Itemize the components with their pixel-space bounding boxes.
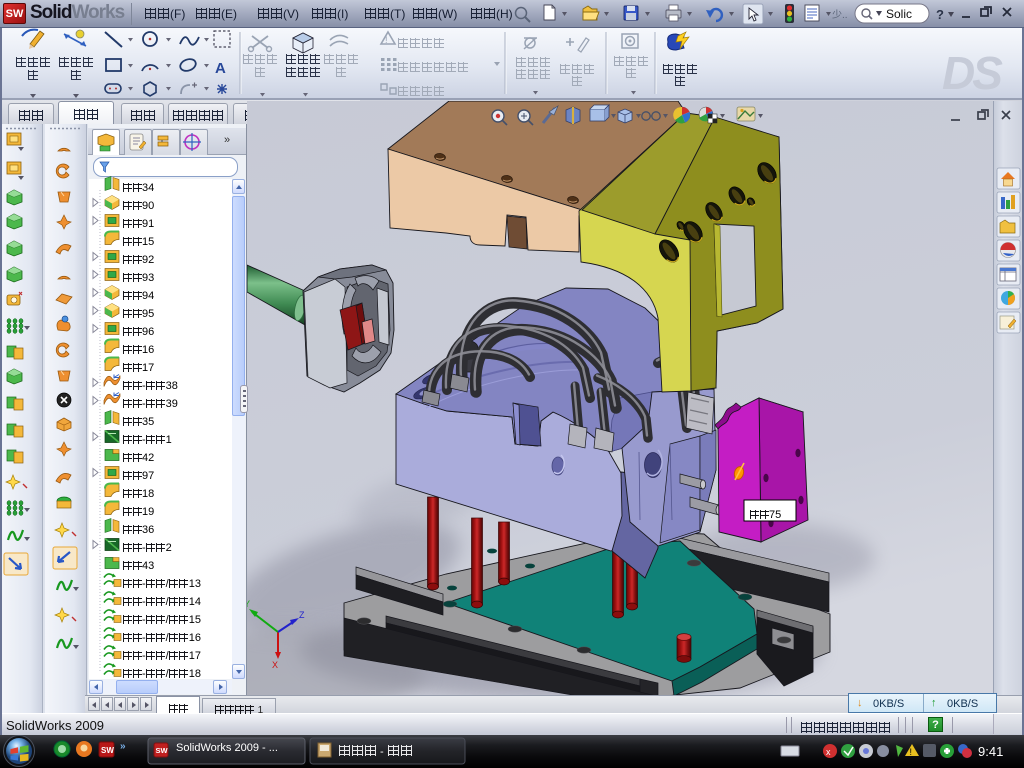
svg-text:!: !	[385, 35, 388, 45]
svg-text:Solic: Solic	[886, 7, 912, 21]
svg-text:A: A	[215, 60, 226, 77]
svg-text:少..: 少..	[832, 9, 848, 21]
svg-text:?: ?	[936, 7, 944, 22]
